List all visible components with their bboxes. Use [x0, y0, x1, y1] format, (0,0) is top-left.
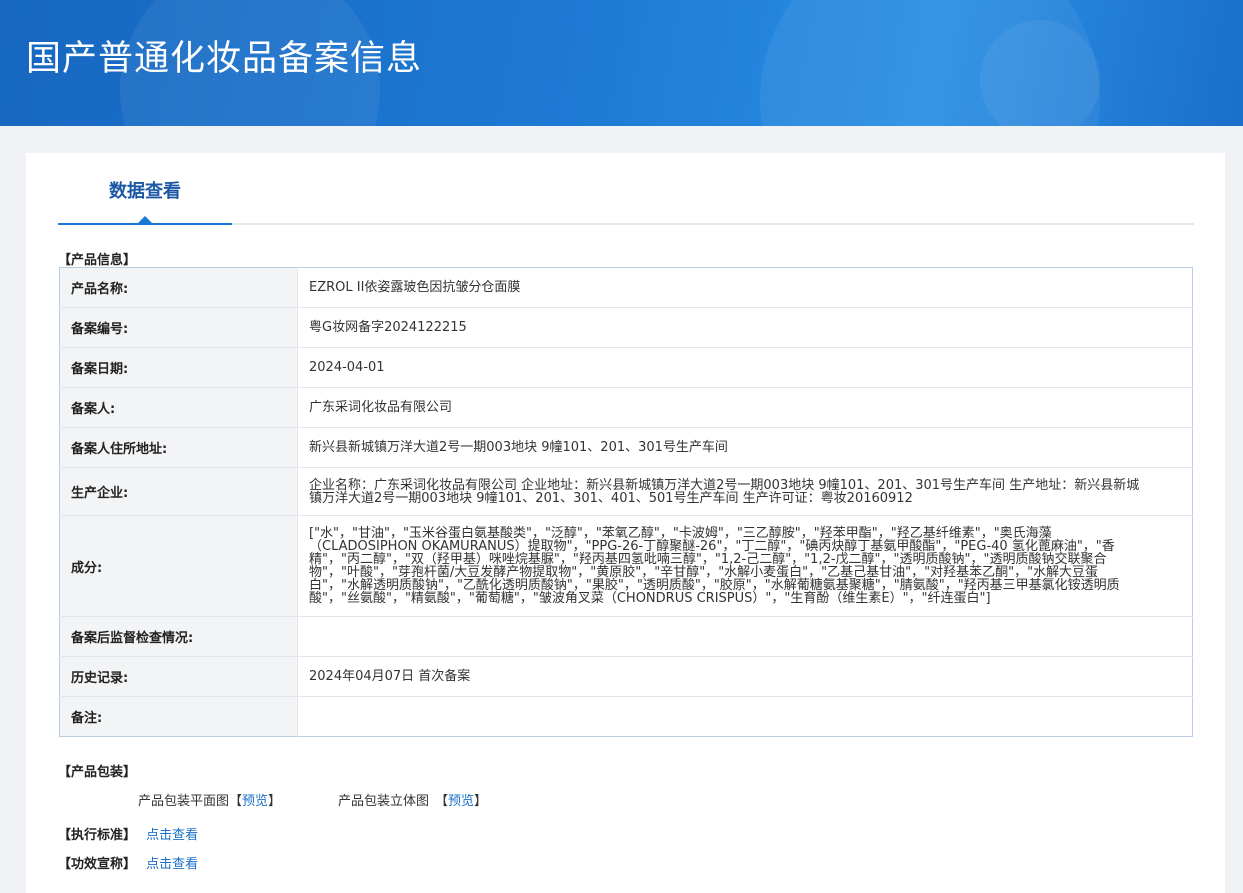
row-label-history: 历史记录: [59, 656, 298, 697]
table-row: 成分: ["水"，"甘油"，"玉米谷蛋白氨基酸类"，"泛醇"，"苯氧乙醇"，"卡波… [59, 515, 1193, 617]
row-value-filer: 广东采词化妆品有限公司 [297, 387, 1193, 428]
row-label-filing-date: 备案日期: [59, 347, 298, 388]
row-label-remarks: 备注: [59, 696, 298, 737]
row-value-post-filing-inspection [297, 616, 1193, 657]
section-execution-standard: 【执行标准】 [58, 828, 137, 843]
row-label-filer-address: 备案人住所地址: [59, 427, 298, 468]
row-value-filer-address: 新兴县新城镇万洋大道2号一期003地块 9幢101、201、301号生产车间 [297, 427, 1193, 468]
section-efficacy-claim: 【功效宣称】 [58, 857, 137, 872]
standard-row: 【执行标准】 点击查看 [58, 824, 198, 843]
table-row: 备案人住所地址: 新兴县新城镇万洋大道2号一期003地块 9幢101、201、30… [59, 427, 1193, 468]
efficacy-row: 【功效宣称】 点击查看 [58, 853, 198, 872]
table-row: 备案编号: 粤G妆网备字2024122215 [59, 307, 1193, 348]
package-flat-row: 产品包装平面图【预览】 [138, 790, 281, 809]
page-title: 国产普通化妆品备案信息 [26, 39, 423, 79]
row-label-ingredients: 成分: [59, 515, 298, 617]
tab-active-underline [58, 223, 232, 225]
row-value-product-name: EZROL II依姿露玻色因抗皱分仓面膜 [309, 280, 521, 295]
row-value-history: 2024年04月07日 首次备案 [297, 656, 1193, 697]
row-label-post-filing-inspection: 备案后监督检查情况: [59, 616, 298, 657]
table-row: 生产企业: 企业名称：广东采词化妆品有限公司 企业地址：新兴县新城镇万洋大道2号一… [59, 467, 1193, 516]
row-value-ingredients: ["水"，"甘油"，"玉米谷蛋白氨基酸类"，"泛醇"，"苯氧乙醇"，"卡波姆"，… [297, 515, 1193, 617]
package-flat-label: 产品包装平面图 [138, 794, 230, 809]
row-label-filer: 备案人: [59, 387, 298, 428]
row-value-manufacturer: 企业名称：广东采词化妆品有限公司 企业地址：新兴县新城镇万洋大道2号一期003地… [297, 467, 1193, 516]
row-label-filing-number: 备案编号: [59, 307, 298, 348]
standard-view-link[interactable]: 点击查看 [146, 828, 198, 843]
page-header: 国产普通化妆品备案信息 [0, 0, 1243, 126]
table-row: 备案后监督检查情况: [59, 616, 1193, 657]
table-row: 备注: [59, 696, 1193, 737]
efficacy-view-link[interactable]: 点击查看 [146, 857, 198, 872]
bracket: 】 [268, 794, 282, 809]
table-row: 历史记录: 2024年04月07日 首次备案 [59, 656, 1193, 697]
package-solid-label: 产品包装立体图 [338, 794, 430, 809]
row-value-filing-number: 粤G妆网备字2024122215 [297, 307, 1193, 348]
section-product-packaging: 【产品包装】 [58, 765, 137, 780]
table-row: 备案日期: 2024-04-01 [59, 347, 1193, 388]
table-row: 备案人: 广东采词化妆品有限公司 [59, 387, 1193, 428]
row-label-product-name: 产品名称: [59, 267, 298, 308]
table-row: 产品名称: EZROL II依姿露玻色因抗皱分仓面膜 [59, 267, 1193, 308]
package-flat-preview-link[interactable]: 预览 [242, 794, 268, 809]
tab-bar: 数据查看 [58, 153, 1194, 225]
tab-caret-icon [138, 216, 152, 223]
package-solid-row: 产品包装立体图 【预览】 [338, 790, 487, 809]
product-info-table: 产品名称: EZROL II依姿露玻色因抗皱分仓面膜 备案编号: 粤G妆网备字2024… [59, 267, 1193, 737]
row-label-manufacturer: 生产企业: [59, 467, 298, 516]
section-product-info: 【产品信息】 [58, 253, 137, 268]
content-card: 数据查看 【产品信息】 产品名称: EZROL II依姿露玻色因抗皱分仓面膜 备案编… [26, 153, 1225, 893]
row-value-remarks [297, 696, 1193, 737]
bracket: 】 [474, 794, 488, 809]
row-value-filing-date: 2024-04-01 [297, 347, 1193, 388]
bracket: 【 [435, 794, 449, 809]
bracket: 【 [229, 794, 243, 809]
tab-data-view[interactable]: 数据查看 [58, 153, 232, 223]
package-solid-preview-link[interactable]: 预览 [448, 794, 474, 809]
